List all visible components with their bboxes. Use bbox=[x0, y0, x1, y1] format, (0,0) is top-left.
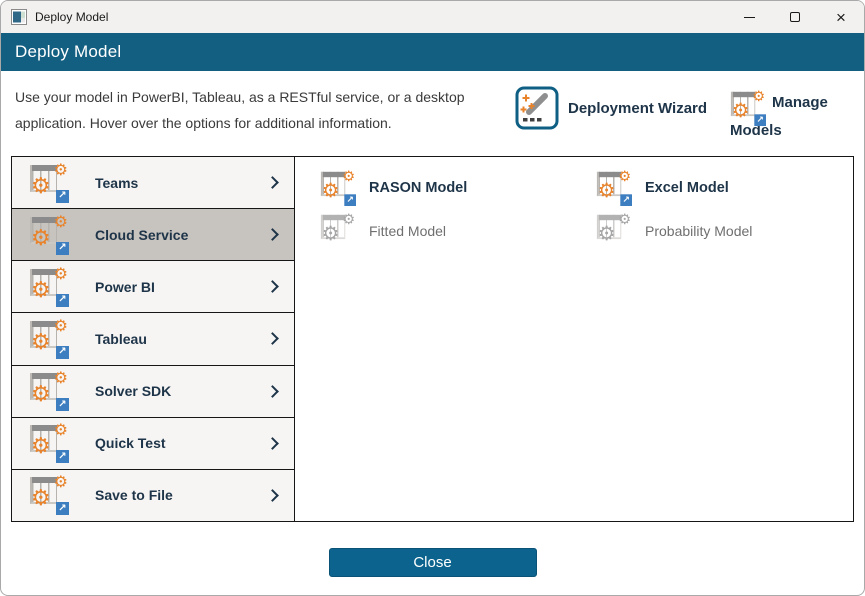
share-arrow-icon: ↗ bbox=[56, 190, 69, 203]
page-title: Deploy Model bbox=[15, 42, 121, 62]
chevron-right-icon bbox=[266, 280, 279, 293]
sidebar-item-label: Save to File bbox=[95, 487, 173, 503]
gear-icon: ⚙ bbox=[598, 181, 616, 201]
gear-icon: ⚙ bbox=[54, 214, 68, 230]
content-area: ⚙ ⚙ ↗ Teams ⚙ ⚙ ↗ Cloud Service bbox=[11, 156, 854, 522]
chevron-right-icon bbox=[266, 333, 279, 346]
deploy-model-icon: ⚙ ⚙ ↗ bbox=[29, 216, 67, 254]
gear-icon: ⚙ bbox=[54, 474, 68, 490]
deployment-wizard-button[interactable]: Deployment Wizard bbox=[515, 86, 707, 130]
deploy-model-icon-disabled: ⚙ ⚙ ↗ bbox=[320, 213, 354, 247]
chevron-right-icon bbox=[266, 437, 279, 450]
chevron-right-icon bbox=[266, 385, 279, 398]
share-arrow-icon: ↗ bbox=[344, 194, 356, 206]
gear-icon: ⚙ bbox=[31, 280, 51, 302]
deployment-targets-list: ⚙ ⚙ ↗ Teams ⚙ ⚙ ↗ Cloud Service bbox=[12, 157, 295, 521]
window-title: Deploy Model bbox=[35, 10, 108, 24]
panel-item-excel-model[interactable]: ⚙ ⚙ ↗ Excel Model bbox=[596, 167, 853, 208]
gear-icon: ⚙ bbox=[31, 436, 51, 458]
deploy-model-icon: ⚙ ⚙ ↗ bbox=[29, 164, 67, 202]
window-controls: × bbox=[726, 1, 864, 33]
deploy-model-icon: ⚙ ⚙ ↗ bbox=[29, 424, 67, 462]
panel-item-label: Excel Model bbox=[645, 180, 729, 196]
close-button[interactable]: Close bbox=[329, 548, 537, 577]
sidebar-item-label: Cloud Service bbox=[95, 227, 188, 243]
gear-icon: ⚙ bbox=[31, 332, 51, 354]
chevron-right-icon bbox=[266, 228, 279, 241]
share-arrow-icon: ↗ bbox=[56, 398, 69, 411]
sidebar-item-tableau[interactable]: ⚙ ⚙ ↗ Tableau bbox=[12, 313, 294, 365]
sidebar-item-solver-sdk[interactable]: ⚙ ⚙ ↗ Solver SDK bbox=[12, 366, 294, 418]
sidebar-item-quick-test[interactable]: ⚙ ⚙ ↗ Quick Test bbox=[12, 418, 294, 470]
gear-icon: ⚙ bbox=[598, 224, 616, 244]
deploy-model-icon: ⚙ ⚙ ↗ bbox=[29, 372, 67, 410]
gear-icon: ⚙ bbox=[732, 102, 750, 122]
close-window-button[interactable]: × bbox=[818, 1, 864, 33]
deploy-model-icon: ⚙ ⚙ ↗ bbox=[29, 320, 67, 358]
deploy-model-icon: ⚙ ⚙ ↗ bbox=[320, 170, 354, 204]
gear-icon: ⚙ bbox=[342, 212, 355, 226]
sidebar-item-power-bi[interactable]: ⚙ ⚙ ↗ Power BI bbox=[12, 261, 294, 313]
deploy-model-icon: ⚙ ⚙ ↗ bbox=[596, 170, 630, 204]
gear-icon: ⚙ bbox=[322, 181, 340, 201]
gear-icon: ⚙ bbox=[31, 384, 51, 406]
model-options-panel: ⚙ ⚙ ↗ RASON Model ⚙ ⚙ ↗ Excel Model bbox=[295, 157, 853, 521]
share-arrow-icon: ↗ bbox=[56, 502, 69, 515]
panel-item-label: Fitted Model bbox=[369, 223, 446, 239]
titlebar: Deploy Model × bbox=[1, 1, 864, 33]
gear-icon: ⚙ bbox=[752, 89, 765, 103]
share-arrow-icon: ↗ bbox=[56, 242, 69, 255]
gear-icon: ⚙ bbox=[618, 169, 631, 183]
sidebar-item-teams[interactable]: ⚙ ⚙ ↗ Teams bbox=[12, 157, 294, 209]
gear-icon: ⚙ bbox=[31, 488, 51, 510]
gear-icon: ⚙ bbox=[54, 370, 68, 386]
intro-strip: Use your model in PowerBI, Tableau, as a… bbox=[1, 71, 864, 156]
gear-icon: ⚙ bbox=[618, 212, 631, 226]
share-arrow-icon: ↗ bbox=[754, 114, 766, 126]
gear-icon: ⚙ bbox=[322, 224, 340, 244]
gear-icon: ⚙ bbox=[342, 169, 355, 183]
share-arrow-icon: ↗ bbox=[620, 194, 632, 206]
panel-item-probability-model: ⚙ ⚙ ↗ Probability Model bbox=[596, 210, 853, 251]
sidebar-item-label: Teams bbox=[95, 175, 138, 191]
minimize-button[interactable] bbox=[726, 1, 772, 33]
manage-models-icon: ⚙ ⚙ ↗ bbox=[730, 91, 764, 125]
gear-icon: ⚙ bbox=[54, 422, 68, 438]
panel-item-label: RASON Model bbox=[369, 180, 467, 196]
panel-item-fitted-model: ⚙ ⚙ ↗ Fitted Model bbox=[320, 210, 596, 251]
dialog-footer: Close bbox=[1, 522, 864, 596]
dialog-header: Deploy Model bbox=[1, 33, 864, 71]
panel-item-label: Probability Model bbox=[645, 223, 752, 239]
sidebar-item-save-to-file[interactable]: ⚙ ⚙ ↗ Save to File bbox=[12, 470, 294, 521]
deploy-model-icon: ⚙ ⚙ ↗ bbox=[29, 476, 67, 514]
panel-item-rason-model[interactable]: ⚙ ⚙ ↗ RASON Model bbox=[320, 167, 596, 208]
maximize-button[interactable] bbox=[772, 1, 818, 33]
deploy-model-dialog: Deploy Model × Deploy Model Use your mod… bbox=[0, 0, 865, 596]
sidebar-item-label: Power BI bbox=[95, 279, 155, 295]
sidebar-item-cloud-service[interactable]: ⚙ ⚙ ↗ Cloud Service bbox=[12, 209, 294, 261]
gear-icon: ⚙ bbox=[54, 162, 68, 178]
intro-text: Use your model in PowerBI, Tableau, as a… bbox=[15, 84, 495, 136]
share-arrow-icon: ↗ bbox=[56, 450, 69, 463]
close-icon: × bbox=[836, 9, 846, 26]
app-icon bbox=[11, 9, 27, 25]
sidebar-item-label: Tableau bbox=[95, 331, 147, 347]
deployment-wizard-label: Deployment Wizard bbox=[568, 100, 707, 117]
magic-wand-icon bbox=[515, 86, 559, 130]
sidebar-item-label: Quick Test bbox=[95, 435, 166, 451]
minimize-icon bbox=[744, 17, 755, 18]
gear-icon: ⚙ bbox=[31, 176, 51, 198]
share-arrow-icon: ↗ bbox=[56, 346, 69, 359]
chevron-right-icon bbox=[266, 489, 279, 502]
share-arrow-icon: ↗ bbox=[56, 294, 69, 307]
deploy-model-icon-disabled: ⚙ ⚙ ↗ bbox=[596, 213, 630, 247]
manage-models-button[interactable]: ⚙ ⚙ ↗ Manage Models bbox=[730, 89, 852, 145]
chevron-right-icon bbox=[266, 176, 279, 189]
sidebar-item-label: Solver SDK bbox=[95, 383, 171, 399]
gear-icon: ⚙ bbox=[54, 266, 68, 282]
gear-icon: ⚙ bbox=[54, 318, 68, 334]
maximize-icon bbox=[790, 12, 800, 22]
gear-icon: ⚙ bbox=[31, 228, 51, 250]
deploy-model-icon: ⚙ ⚙ ↗ bbox=[29, 268, 67, 306]
